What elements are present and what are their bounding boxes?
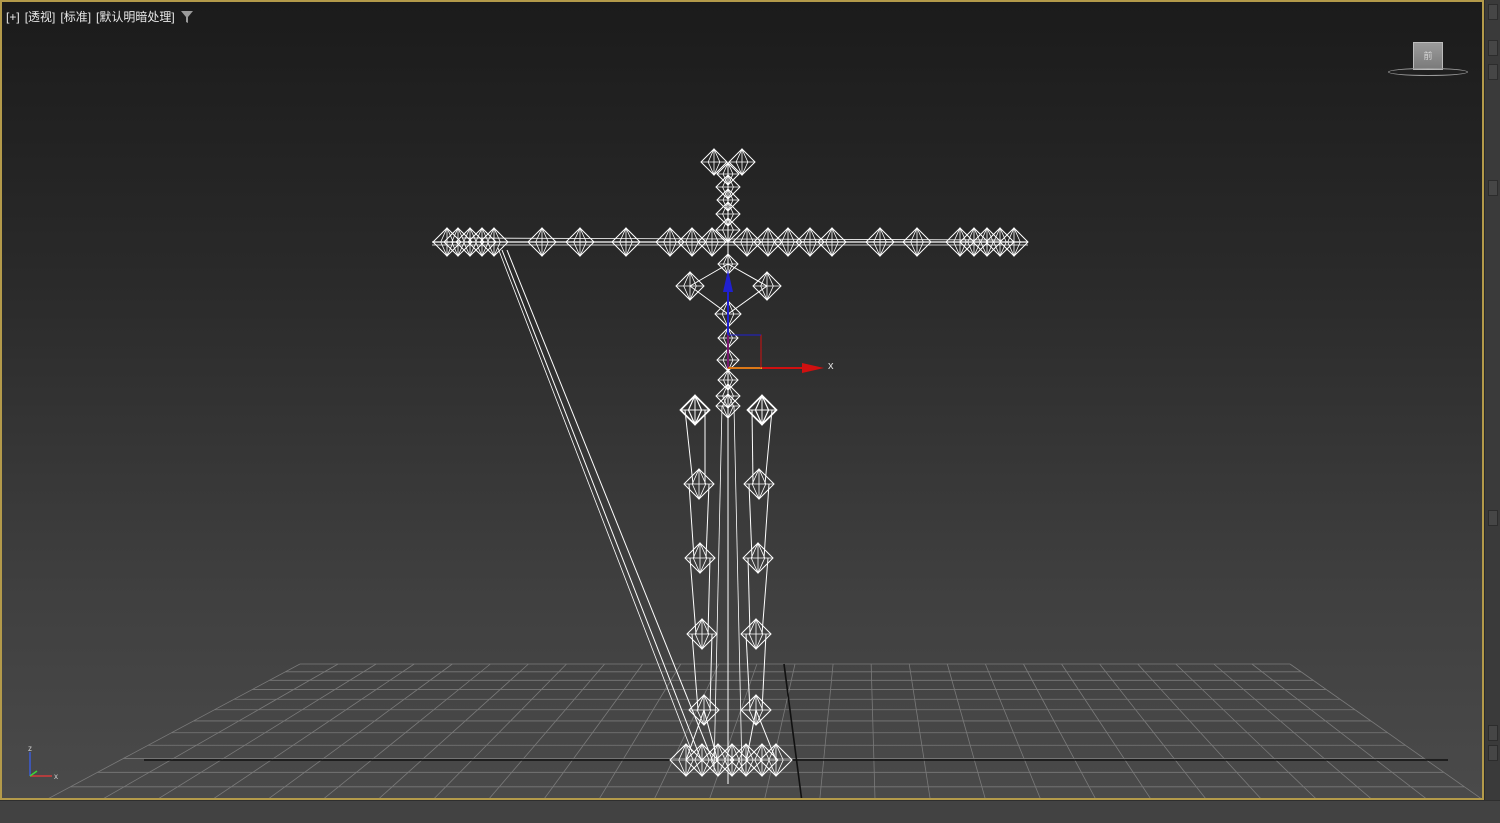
skeleton-wireframe[interactable] (432, 148, 1029, 784)
bone-link (707, 557, 711, 635)
bone-link (688, 483, 695, 559)
viewcube-compass-ring[interactable] (1388, 68, 1468, 76)
grid-line (1289, 663, 1482, 798)
scene-canvas[interactable]: x (2, 2, 1484, 800)
grid-line (544, 663, 644, 798)
gizmo-x-arrow[interactable] (802, 363, 824, 373)
bone-link (763, 483, 770, 559)
viewport-label-menu: [+] [透视] [标准] [默认明暗处理] (6, 8, 194, 25)
viewport-lighting-menu[interactable]: [默认明暗处理] (96, 8, 175, 25)
bone-link (689, 557, 697, 635)
bone[interactable] (700, 148, 728, 176)
grid-line (1175, 663, 1316, 798)
bone[interactable] (686, 618, 718, 650)
grid-line (1023, 663, 1096, 798)
side-button[interactable] (1488, 725, 1498, 741)
filter-icon[interactable] (180, 10, 194, 24)
grid-line (764, 663, 796, 798)
grid-axis-y (783, 663, 803, 798)
bone[interactable] (565, 227, 595, 257)
grid-line (819, 663, 834, 798)
bone[interactable] (527, 227, 557, 257)
grid-line (870, 663, 876, 798)
right-side-toolbar (1484, 0, 1500, 800)
bone[interactable] (683, 468, 715, 500)
grid-line (599, 663, 682, 798)
viewport-view-menu[interactable]: [透视] (25, 8, 56, 25)
bone-link (506, 249, 715, 765)
bone[interactable] (817, 227, 847, 257)
transform-gizmo-icon[interactable]: x (723, 270, 834, 373)
bone[interactable] (902, 227, 932, 257)
grid-line (1099, 663, 1206, 798)
bone-link (751, 409, 754, 485)
side-button[interactable] (1488, 745, 1498, 761)
grid-line (1213, 663, 1371, 798)
bone-link (713, 405, 723, 773)
bone-link (689, 285, 729, 315)
viewcube-front-face[interactable]: 前 (1413, 42, 1443, 70)
bone[interactable] (746, 394, 778, 426)
bone-link (705, 483, 710, 559)
grid-line (158, 663, 377, 798)
gizmo-x-label: x (828, 360, 834, 372)
bone-link (497, 247, 693, 753)
bone-link (727, 285, 768, 315)
bone[interactable] (611, 227, 641, 257)
grid-line (103, 663, 339, 798)
tripod-z-label: z (28, 744, 32, 753)
side-button[interactable] (1488, 64, 1498, 80)
bone-link (727, 263, 768, 287)
bone[interactable] (742, 542, 774, 574)
bone[interactable] (740, 618, 772, 650)
gizmo-z-arrow[interactable] (723, 270, 733, 292)
grid-line (213, 663, 415, 798)
bone[interactable] (865, 227, 895, 257)
viewport-plus-menu[interactable]: [+] (6, 10, 20, 24)
bone[interactable] (697, 227, 727, 257)
grid-line (1251, 663, 1426, 798)
bone-link (689, 263, 729, 287)
side-button[interactable] (1488, 510, 1498, 526)
grid-line (268, 663, 453, 798)
grid-line (324, 663, 491, 798)
perspective-viewport[interactable]: x [+] [透视] [标准] [默认明暗处理] 前 z x (0, 0, 1484, 800)
grid-line (908, 663, 931, 798)
bone-link (748, 483, 753, 559)
tripod-x-label: x (54, 772, 58, 781)
grid-line (48, 663, 301, 798)
axis-tripod-icon: z x (28, 744, 58, 781)
bone-link (501, 249, 703, 763)
grid-line (985, 663, 1041, 798)
grid-line (1061, 663, 1151, 798)
bone[interactable] (728, 148, 756, 176)
gizmo-plane-handle[interactable] (727, 334, 762, 369)
bone[interactable] (743, 468, 775, 500)
bone-link (747, 557, 751, 635)
side-button[interactable] (1488, 40, 1498, 56)
bone-link (761, 557, 769, 635)
grid-line (1137, 663, 1261, 798)
viewport-shading-menu[interactable]: [标准] (60, 8, 91, 25)
grid-line (489, 663, 605, 798)
side-button[interactable] (1488, 4, 1498, 20)
viewcube-icon[interactable]: 前 (1386, 38, 1470, 82)
bottom-status-bar (0, 800, 1500, 823)
bone[interactable] (684, 542, 716, 574)
grid-line (654, 663, 720, 798)
grid-line (946, 663, 986, 798)
side-button[interactable] (1488, 180, 1498, 196)
